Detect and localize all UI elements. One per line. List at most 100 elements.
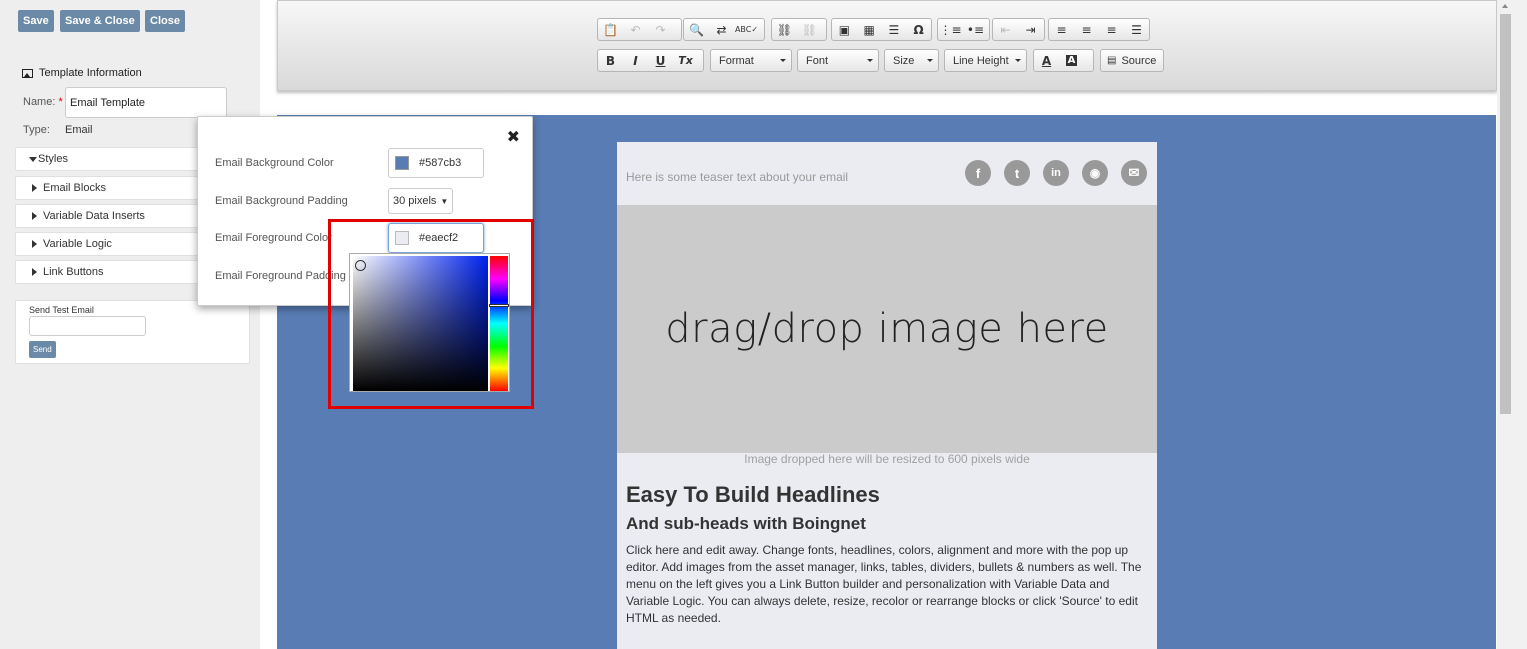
dropdown-arrow-icon — [780, 59, 786, 62]
bg-padding-value: 30 pixels — [393, 195, 437, 207]
picture-icon — [22, 68, 33, 78]
bg-color-swatch — [395, 156, 409, 170]
save-button[interactable]: Save — [18, 10, 54, 32]
justify-icon[interactable]: ☰ — [1124, 19, 1149, 40]
editor-top-spacer — [277, 92, 1497, 115]
save-close-button[interactable]: Save & Close — [60, 10, 140, 32]
align-right-icon[interactable]: ≡ — [1099, 19, 1124, 40]
send-test-email-input[interactable] — [29, 316, 146, 336]
subhead[interactable]: And sub-heads with Boingnet — [626, 514, 866, 534]
accordion-label: Link Buttons — [43, 266, 104, 278]
indent-icon[interactable]: ⇥ — [1018, 19, 1043, 40]
toolbar-group-indent: ⇤ ⇥ — [992, 18, 1045, 41]
chevron-right-icon — [32, 240, 37, 248]
accordion-label: Styles — [38, 153, 68, 165]
fg-padding-label: Email Foreground Padding — [215, 270, 346, 282]
toolbar-group-links: ⛓ ⛓ — [771, 18, 827, 41]
line-height-dropdown[interactable]: Line Height — [944, 49, 1027, 72]
scrollbar-thumb[interactable] — [1500, 14, 1511, 414]
send-test-email-label: Send Test Email — [29, 305, 94, 315]
toolbar-group-insert: ▣ ▦ ☰ Ω — [831, 18, 932, 41]
toolbar-group-basic-styles: B I U Tx — [597, 49, 704, 72]
link-icon[interactable]: ⛓ — [772, 19, 797, 40]
toolbar-group-align: ≡ ≡ ≡ ☰ — [1048, 18, 1150, 41]
text-color-button[interactable]: A — [1034, 50, 1059, 71]
facebook-icon[interactable]: f — [965, 160, 991, 186]
bg-color-value: #587cb3 — [419, 157, 462, 169]
dropdown-arrow-icon — [867, 59, 873, 62]
size-dropdown[interactable]: Size — [884, 49, 939, 72]
redo-icon[interactable]: ↷ — [648, 19, 673, 40]
bg-padding-label: Email Background Padding — [215, 195, 348, 207]
bg-color-label: Email Background Color — [215, 157, 334, 169]
body-text[interactable]: Click here and edit away. Change fonts, … — [626, 542, 1148, 627]
linkedin-icon[interactable]: in — [1043, 160, 1069, 186]
special-char-icon[interactable]: Ω — [906, 19, 931, 40]
headline[interactable]: Easy To Build Headlines — [626, 482, 880, 508]
outdent-icon[interactable]: ⇤ — [993, 19, 1018, 40]
required-mark: * — [58, 96, 63, 108]
chevron-right-icon — [32, 268, 37, 276]
rss-icon[interactable]: ◉ — [1082, 160, 1108, 186]
bg-color-glyph: A — [1065, 55, 1078, 66]
dropdown-arrow-icon — [1015, 59, 1021, 62]
toolbar-group-clipboard: 📋 ↶ ↷ — [597, 18, 682, 41]
find-icon[interactable]: 🔍 — [684, 19, 709, 40]
underline-button[interactable]: U — [648, 50, 673, 71]
toolbar-group-colors: A A — [1033, 49, 1094, 72]
teaser-text[interactable]: Here is some teaser text about your emai… — [626, 170, 848, 184]
template-information-header: Template Information — [22, 67, 142, 79]
unlink-icon[interactable]: ⛓ — [797, 19, 822, 40]
type-label: Type: — [23, 124, 50, 136]
send-button[interactable]: Send — [29, 341, 56, 358]
accordion-label: Variable Data Inserts — [43, 210, 145, 222]
accordion-label: Variable Logic — [43, 238, 112, 250]
email-body[interactable]: Here is some teaser text about your emai… — [617, 142, 1157, 649]
close-icon[interactable]: ✖ — [507, 127, 520, 146]
bg-padding-select[interactable]: 30 pixels ▼ — [388, 188, 454, 214]
template-name-input[interactable] — [65, 87, 227, 118]
line-height-dropdown-label: Line Height — [953, 54, 1009, 67]
bg-color-input[interactable]: #587cb3 — [388, 148, 484, 178]
align-center-icon[interactable]: ≡ — [1074, 19, 1099, 40]
image-dropzone[interactable]: drag/drop image here — [617, 205, 1157, 453]
scroll-up-icon[interactable] — [1502, 4, 1508, 8]
chevron-right-icon — [32, 212, 37, 220]
bold-button[interactable]: B — [598, 50, 623, 71]
remove-format-button[interactable]: Tx — [673, 50, 698, 71]
italic-button[interactable]: I — [623, 50, 648, 71]
email-icon[interactable]: ✉ — [1121, 160, 1147, 186]
font-dropdown[interactable]: Font — [797, 49, 879, 72]
bulleted-list-icon[interactable]: •≡ — [963, 19, 988, 40]
paste-icon[interactable]: 📋 — [598, 19, 623, 40]
table-icon[interactable]: ▦ — [857, 19, 882, 40]
dropdown-arrow-icon: ▼ — [440, 196, 449, 206]
numbered-list-icon[interactable]: ⋮≡ — [938, 19, 963, 40]
chevron-right-icon — [32, 184, 37, 192]
chevron-down-icon — [29, 156, 37, 162]
background-color-button[interactable]: A — [1059, 50, 1084, 71]
spellcheck-icon[interactable]: ABC✓ — [734, 19, 759, 40]
source-icon: ▤ — [1107, 55, 1117, 66]
image-icon[interactable]: ▣ — [832, 19, 857, 40]
replace-icon[interactable]: ⇄ — [709, 19, 734, 40]
highlight-box — [328, 219, 534, 409]
editor-toolbar: 📋 ↶ ↷ 🔍 ⇄ ABC✓ ⛓ ⛓ ▣ ▦ ☰ Ω ⋮≡ •≡ ⇤ ⇥ ≡ ≡… — [277, 0, 1497, 91]
resize-note: Image dropped here will be resized to 60… — [744, 452, 1030, 466]
template-information-title: Template Information — [39, 67, 142, 79]
left-panel: Save Save & Close Close Template Informa… — [0, 0, 260, 649]
size-dropdown-label: Size — [893, 54, 915, 67]
align-left-icon[interactable]: ≡ — [1049, 19, 1074, 40]
accordion-label: Email Blocks — [43, 182, 106, 194]
close-button[interactable]: Close — [145, 10, 185, 32]
undo-icon[interactable]: ↶ — [623, 19, 648, 40]
horizontal-rule-icon[interactable]: ☰ — [882, 19, 907, 40]
source-button[interactable]: ▤ Source — [1100, 49, 1164, 72]
font-dropdown-label: Font — [806, 54, 829, 67]
dropdown-arrow-icon — [927, 59, 933, 62]
source-button-label: Source — [1121, 54, 1157, 67]
name-label: Name: * — [23, 96, 63, 108]
format-dropdown[interactable]: Format — [710, 49, 792, 72]
type-value: Email — [65, 124, 93, 136]
tumblr-icon[interactable]: t — [1004, 160, 1030, 186]
